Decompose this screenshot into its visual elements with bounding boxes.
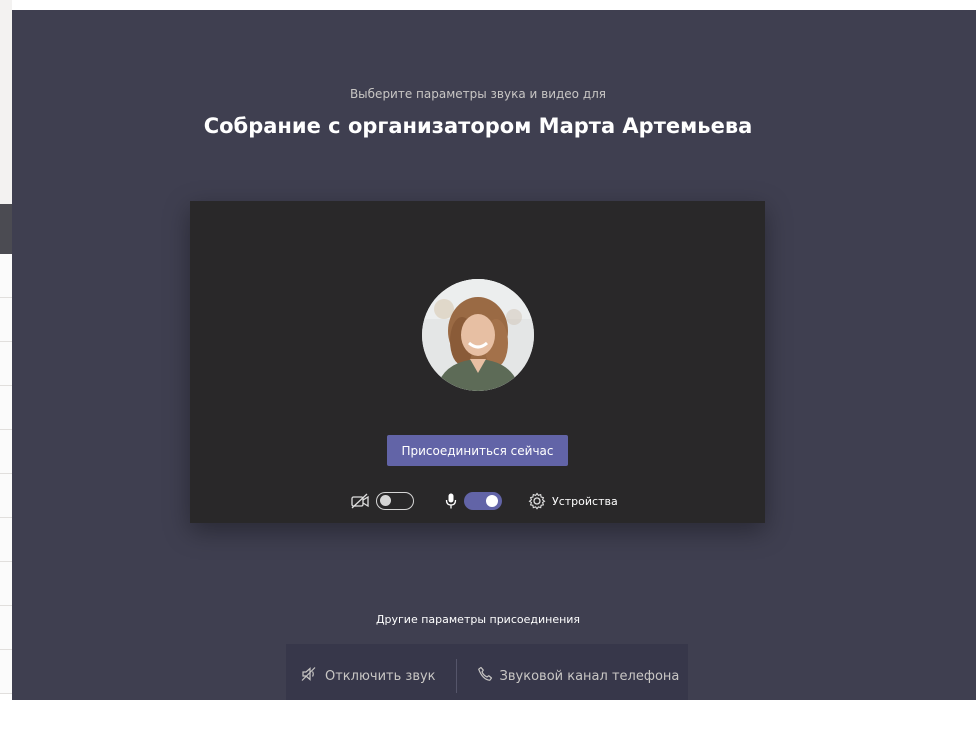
background-row [0,298,12,342]
background-row [0,650,12,694]
mute-audio-label: Отключить звук [325,668,436,684]
camera-off-icon [350,492,370,510]
other-join-options-heading: Другие параметры присоединения [375,613,581,626]
av-controls: Устройства [350,489,618,513]
speaker-off-icon [300,666,318,686]
phone-audio-option[interactable]: Звуковой канал телефона [477,666,680,686]
background-row [0,562,12,606]
phone-icon [477,666,493,686]
options-divider [455,659,457,693]
microphone-icon [444,492,458,510]
background-row [0,606,12,650]
join-now-button[interactable]: Присоединиться сейчас [387,435,568,466]
camera-toggle[interactable] [376,492,414,510]
phone-audio-label: Звуковой канал телефона [499,668,680,684]
video-preview: Присоединиться сейчас Устройства [190,201,765,523]
avatar-photo [422,279,534,391]
background-row [0,518,12,562]
background-list [0,254,12,694]
prejoin-subtitle: Выберите параметры звука и видео для [349,87,607,101]
camera-toggle-knob [380,495,391,506]
background-row [0,254,12,298]
background-row [0,430,12,474]
background-panel [0,0,12,204]
background-row [0,386,12,430]
meeting-title: Собрание с организатором Марта Артемьева [203,114,753,138]
microphone-toggle-knob [486,495,498,507]
prejoin-screen: Выберите параметры звука и видео для Соб… [12,10,976,729]
other-join-options: Отключить звук Звуковой канал телефона [286,644,688,708]
background-window [0,0,12,729]
mute-audio-option[interactable]: Отключить звук [300,666,436,686]
background-header [0,204,12,254]
microphone-toggle[interactable] [464,492,502,510]
background-row [0,342,12,386]
gear-icon[interactable] [528,492,546,510]
avatar [422,279,534,391]
background-window-bottom [6,700,976,729]
devices-link[interactable]: Устройства [552,495,618,508]
background-row [0,474,12,518]
